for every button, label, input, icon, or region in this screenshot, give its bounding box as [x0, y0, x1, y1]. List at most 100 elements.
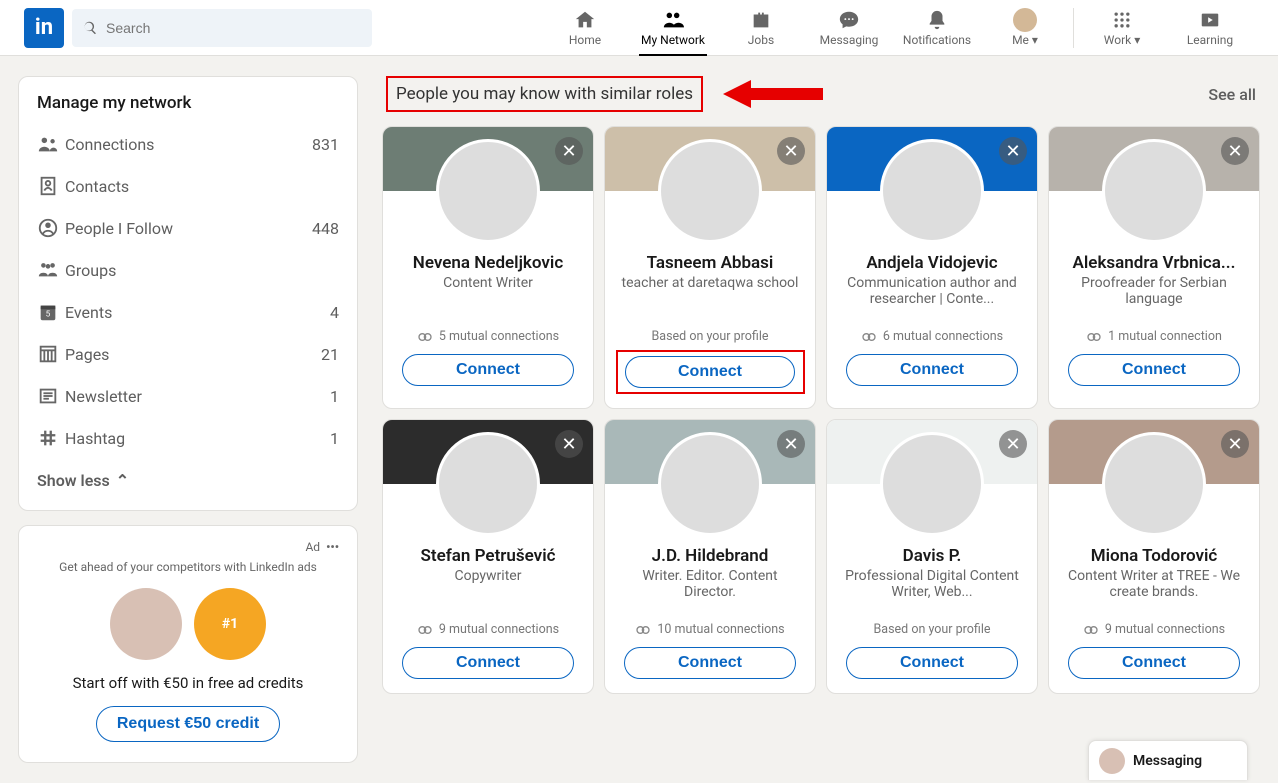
person-card: ✕Stefan PetruševićCopywriter9 mutual con… [382, 419, 594, 694]
mutual-icon [1083, 625, 1099, 635]
avatar[interactable] [1102, 139, 1206, 243]
section-header: People you may know with similar roles S… [382, 76, 1260, 126]
dismiss-button[interactable]: ✕ [777, 430, 805, 458]
sidebar-item-pages[interactable]: Pages21 [19, 333, 357, 375]
person-card: ✕Tasneem Abbasiteacher at daretaqwa scho… [604, 126, 816, 409]
sidebar-item-groups[interactable]: Groups [19, 249, 357, 291]
sidebar-item-count: 21 [321, 345, 339, 364]
mutual-info: 9 mutual connections [417, 622, 559, 637]
mutual-info: Based on your profile [652, 329, 769, 344]
avatar[interactable] [436, 432, 540, 536]
search-input[interactable] [106, 20, 362, 36]
manage-network-card: Manage my network Connections831Contacts… [18, 76, 358, 511]
nav-label: Me ▾ [1012, 33, 1038, 47]
person-card: ✕Nevena NedeljkovicContent Writer5 mutua… [382, 126, 594, 409]
mutual-info: 9 mutual connections [1083, 622, 1225, 637]
ad-menu-icon[interactable]: ••• [326, 540, 339, 554]
dismiss-button[interactable]: ✕ [555, 137, 583, 165]
section-title: People you may know with similar roles [386, 76, 703, 112]
connect-button[interactable]: Connect [1068, 354, 1240, 386]
search-icon [82, 20, 98, 36]
nav-my-network[interactable]: My Network [629, 0, 717, 56]
sidebar-item-icon [37, 343, 65, 365]
sidebar-item-icon [37, 385, 65, 407]
chevron-up-icon: ⌃ [116, 471, 129, 490]
search-box[interactable] [72, 9, 372, 47]
nav-learning[interactable]: Learning [1166, 0, 1254, 56]
dismiss-button[interactable]: ✕ [999, 430, 1027, 458]
nav-label: Notifications [903, 33, 971, 47]
chat-icon [838, 9, 860, 31]
dismiss-button[interactable]: ✕ [1221, 430, 1249, 458]
sidebar-item-newsletter[interactable]: Newsletter1 [19, 375, 357, 417]
nav-home[interactable]: Home [541, 0, 629, 56]
avatar [1013, 9, 1037, 31]
annotation-arrow [723, 76, 823, 112]
svg-text:5: 5 [46, 310, 51, 320]
sidebar-item-count: 1 [330, 429, 339, 448]
person-role: Professional Digital Content Writer, Web… [827, 568, 1037, 604]
dismiss-button[interactable]: ✕ [999, 137, 1027, 165]
nav-label: My Network [641, 33, 705, 47]
connect-button[interactable]: Connect [846, 647, 1018, 679]
ad-cta-button[interactable]: Request €50 credit [96, 706, 280, 742]
trophy-icon: #1 [194, 588, 266, 660]
avatar[interactable] [658, 139, 762, 243]
person-role: Content Writer [433, 275, 543, 311]
dismiss-button[interactable]: ✕ [777, 137, 805, 165]
sidebar-item-label: Hashtag [65, 429, 330, 448]
nav-label: Jobs [748, 33, 774, 47]
show-less-toggle[interactable]: Show less ⌃ [19, 459, 357, 494]
person-name[interactable]: Aleksandra Vrbnica... [1065, 253, 1244, 273]
sidebar-item-icon [37, 133, 65, 155]
person-name[interactable]: Tasneem Abbasi [639, 253, 782, 273]
show-less-label: Show less [37, 471, 110, 490]
avatar[interactable] [658, 432, 762, 536]
sidebar-item-icon [37, 427, 65, 449]
messaging-label: Messaging [1133, 753, 1202, 769]
nav-messaging[interactable]: Messaging [805, 0, 893, 56]
nav-label: Messaging [820, 33, 879, 47]
sidebar-item-events[interactable]: 5 Events4 [19, 291, 357, 333]
avatar[interactable] [1102, 432, 1206, 536]
person-name[interactable]: Miona Todorović [1083, 546, 1226, 566]
sidebar-item-label: Events [65, 303, 330, 322]
see-all-link[interactable]: See all [1208, 85, 1256, 104]
mutual-info: Based on your profile [874, 622, 991, 637]
connect-button[interactable]: Connect [1068, 647, 1240, 679]
sidebar-item-connections[interactable]: Connections831 [19, 123, 357, 165]
people-grid: ✕Nevena NedeljkovicContent Writer5 mutua… [382, 126, 1260, 694]
avatar[interactable] [436, 139, 540, 243]
dismiss-button[interactable]: ✕ [555, 430, 583, 458]
person-card: ✕Andjela VidojevicCommunication author a… [826, 126, 1038, 409]
person-name[interactable]: J.D. Hildebrand [644, 546, 777, 566]
linkedin-logo[interactable]: in [24, 8, 64, 48]
nav-notifications[interactable]: Notifications [893, 0, 981, 56]
person-card: ✕Aleksandra Vrbnica...Proofreader for Se… [1048, 126, 1260, 409]
person-name[interactable]: Nevena Nedeljkovic [405, 253, 571, 273]
sidebar-item-label: Newsletter [65, 387, 330, 406]
people-icon [662, 9, 684, 31]
dismiss-button[interactable]: ✕ [1221, 137, 1249, 165]
connect-button[interactable]: Connect [625, 356, 795, 388]
sidebar-item-contacts[interactable]: Contacts [19, 165, 357, 207]
connect-button[interactable]: Connect [402, 647, 574, 679]
avatar[interactable] [880, 432, 984, 536]
person-name[interactable]: Davis P. [895, 546, 970, 566]
sidebar-item-people-i-follow[interactable]: People I Follow448 [19, 207, 357, 249]
connect-button[interactable]: Connect [402, 354, 574, 386]
connect-button[interactable]: Connect [846, 354, 1018, 386]
mutual-icon [417, 625, 433, 635]
nav-me[interactable]: Me ▾ [981, 0, 1069, 56]
connect-button[interactable]: Connect [624, 647, 796, 679]
nav-label: Learning [1187, 33, 1233, 47]
sidebar-item-count: 4 [330, 303, 339, 322]
nav-work[interactable]: Work ▾ [1078, 0, 1166, 56]
person-name[interactable]: Andjela Vidojevic [858, 253, 1005, 273]
messaging-pill[interactable]: Messaging [1088, 740, 1248, 780]
person-name[interactable]: Stefan Petrušević [413, 546, 564, 566]
avatar[interactable] [880, 139, 984, 243]
sidebar-item-count: 831 [312, 135, 339, 154]
nav-jobs[interactable]: Jobs [717, 0, 805, 56]
sidebar-item-hashtag[interactable]: Hashtag1 [19, 417, 357, 459]
